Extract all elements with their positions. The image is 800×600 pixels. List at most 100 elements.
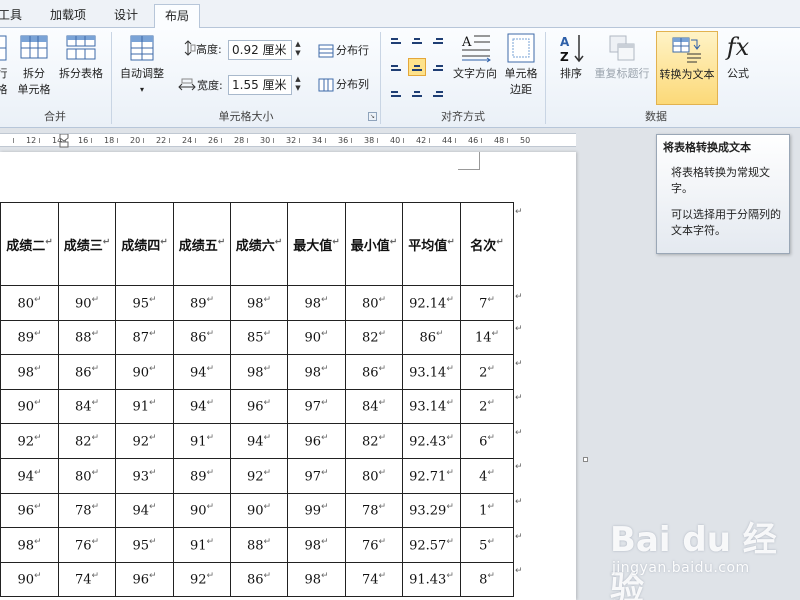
table-cell[interactable]: 93.29↵ [402, 492, 461, 529]
table-cell[interactable]: 74↵ [58, 561, 116, 598]
table-cell[interactable]: 82↵ [345, 423, 403, 459]
align-bottom-left-button[interactable] [387, 82, 405, 100]
table-cell[interactable]: 93.14↵ [402, 388, 461, 425]
table-cell[interactable]: 98↵ [0, 354, 59, 390]
table-cell[interactable]: 7↵ [460, 285, 514, 321]
table-cell[interactable]: 14↵ [460, 319, 514, 356]
document-page[interactable]: 成绩二↵ 成绩三↵ 成绩四↵ 成绩五↵ 成绩六↵ 最大值↵ 最小值↵ 平均值↵ 名次↵ 80↵ 9… [0, 152, 576, 600]
table-cell[interactable]: 97↵ [287, 457, 346, 494]
table-cell[interactable]: 93.14↵ [402, 354, 461, 390]
table-cell[interactable]: 76↵ [345, 527, 403, 563]
table-cell[interactable]: 88↵ [58, 319, 116, 356]
tab-addins[interactable]: 加载项 [42, 4, 94, 28]
table-cell[interactable]: 78↵ [345, 492, 403, 529]
merge-cells-icon[interactable] [0, 34, 8, 62]
horizontal-ruler[interactable]: 12 14 16 18 20 22 24 26 28 30 32 34 36 38 40 42 44 46 48 50 [0, 133, 576, 148]
align-bottom-center-button[interactable] [408, 82, 426, 100]
table-cell[interactable]: 89↵ [173, 457, 231, 494]
table-cell[interactable]: 94↵ [115, 492, 174, 529]
table-cell[interactable]: 96↵ [0, 492, 59, 529]
table-cell[interactable]: 82↵ [345, 319, 403, 356]
table-cell[interactable]: 90↵ [0, 388, 59, 425]
table-cell[interactable]: 80↵ [58, 457, 116, 494]
table-cell[interactable]: 96↵ [115, 561, 174, 598]
align-bottom-right-button[interactable] [429, 82, 447, 100]
align-middle-center-button[interactable] [408, 58, 426, 76]
table-cell[interactable]: 95↵ [115, 285, 174, 321]
table-cell[interactable]: 88↵ [230, 527, 288, 563]
table-cell[interactable]: 4↵ [460, 457, 514, 494]
table-cell[interactable]: 98↵ [230, 285, 288, 321]
table-cell[interactable]: 86↵ [173, 319, 231, 356]
table-cell[interactable]: 91↵ [173, 423, 231, 459]
table-cell[interactable]: 95↵ [115, 527, 174, 563]
table-cell[interactable]: 2↵ [460, 388, 514, 425]
table-cell[interactable]: 98↵ [230, 354, 288, 390]
score-table[interactable]: 成绩二↵ 成绩三↵ 成绩四↵ 成绩五↵ 成绩六↵ 最大值↵ 最小值↵ 平均值↵ 名次↵ 80↵ 9… [0, 202, 514, 598]
table-cell[interactable]: 5↵ [460, 527, 514, 563]
table-cell[interactable]: 92.57↵ [402, 527, 461, 563]
table-cell[interactable]: 91↵ [115, 388, 174, 425]
table-header-cell[interactable]: 成绩四↵ [115, 202, 174, 286]
column-width-spinner[interactable]: ▲ ▼ [292, 75, 304, 95]
table-cell[interactable]: 86↵ [58, 354, 116, 390]
table-cell[interactable]: 84↵ [58, 388, 116, 425]
table-cell[interactable]: 92.14↵ [402, 285, 461, 321]
column-width-input[interactable]: 1.55 厘米 [228, 75, 292, 95]
table-cell[interactable]: 98↵ [287, 527, 346, 563]
table-cell[interactable]: 90↵ [115, 354, 174, 390]
table-header-cell[interactable]: 成绩六↵ [230, 202, 288, 286]
table-cell[interactable]: 94↵ [0, 457, 59, 494]
align-top-center-button[interactable] [408, 34, 426, 52]
table-cell[interactable]: 92↵ [115, 423, 174, 459]
table-cell[interactable]: 6↵ [460, 423, 514, 459]
table-cell[interactable]: 80↵ [345, 457, 403, 494]
table-resize-handle[interactable] [583, 457, 588, 462]
tab-design[interactable]: 设计 [104, 4, 148, 28]
table-cell[interactable]: 98↵ [287, 561, 346, 598]
table-header-cell[interactable]: 名次↵ [460, 202, 514, 286]
align-top-left-button[interactable] [387, 34, 405, 52]
table-cell[interactable]: 89↵ [0, 319, 59, 356]
table-header-cell[interactable]: 最小值↵ [345, 202, 403, 286]
cell-size-dialog-launcher-icon[interactable]: ↘ [368, 112, 377, 121]
table-cell[interactable]: 96↵ [287, 423, 346, 459]
table-cell[interactable]: 90↵ [173, 492, 231, 529]
table-cell[interactable]: 8↵ [460, 561, 514, 598]
table-cell[interactable]: 92↵ [0, 423, 59, 459]
table-cell[interactable]: 90↵ [230, 492, 288, 529]
table-cell[interactable]: 82↵ [58, 423, 116, 459]
table-cell[interactable]: 78↵ [58, 492, 116, 529]
table-cell[interactable]: 84↵ [345, 388, 403, 425]
table-cell[interactable]: 1↵ [460, 492, 514, 529]
table-cell[interactable]: 76↵ [58, 527, 116, 563]
table-cell[interactable]: 89↵ [173, 285, 231, 321]
table-header-cell[interactable]: 成绩二↵ [0, 202, 59, 286]
table-cell[interactable]: 92.43↵ [402, 423, 461, 459]
table-cell[interactable]: 74↵ [345, 561, 403, 598]
table-cell[interactable]: 98↵ [0, 527, 59, 563]
table-cell[interactable]: 90↵ [287, 319, 346, 356]
table-header-cell[interactable]: 成绩三↵ [58, 202, 116, 286]
table-cell[interactable]: 92↵ [230, 457, 288, 494]
table-cell[interactable]: 98↵ [287, 285, 346, 321]
tab-layout[interactable]: 布局 [154, 4, 200, 29]
convert-to-text-button[interactable]: 转换为文本 [656, 31, 718, 105]
table-cell[interactable]: 92.71↵ [402, 457, 461, 494]
table-cell[interactable]: 2↵ [460, 354, 514, 390]
align-middle-left-button[interactable] [387, 58, 405, 76]
table-cell[interactable]: 80↵ [345, 285, 403, 321]
align-top-right-button[interactable] [429, 34, 447, 52]
table-cell[interactable]: 91↵ [173, 527, 231, 563]
table-cell[interactable]: 99↵ [287, 492, 346, 529]
table-cell[interactable]: 96↵ [230, 388, 288, 425]
table-cell[interactable]: 94↵ [173, 354, 231, 390]
row-height-spinner[interactable]: ▲ ▼ [292, 40, 304, 60]
table-header-cell[interactable]: 平均值↵ [402, 202, 461, 286]
table-cell[interactable]: 87↵ [115, 319, 174, 356]
table-cell[interactable]: 90↵ [0, 561, 59, 598]
table-cell[interactable]: 86↵ [230, 561, 288, 598]
table-cell[interactable]: 93↵ [115, 457, 174, 494]
table-cell[interactable]: 90↵ [58, 285, 116, 321]
table-cell[interactable]: 94↵ [230, 423, 288, 459]
